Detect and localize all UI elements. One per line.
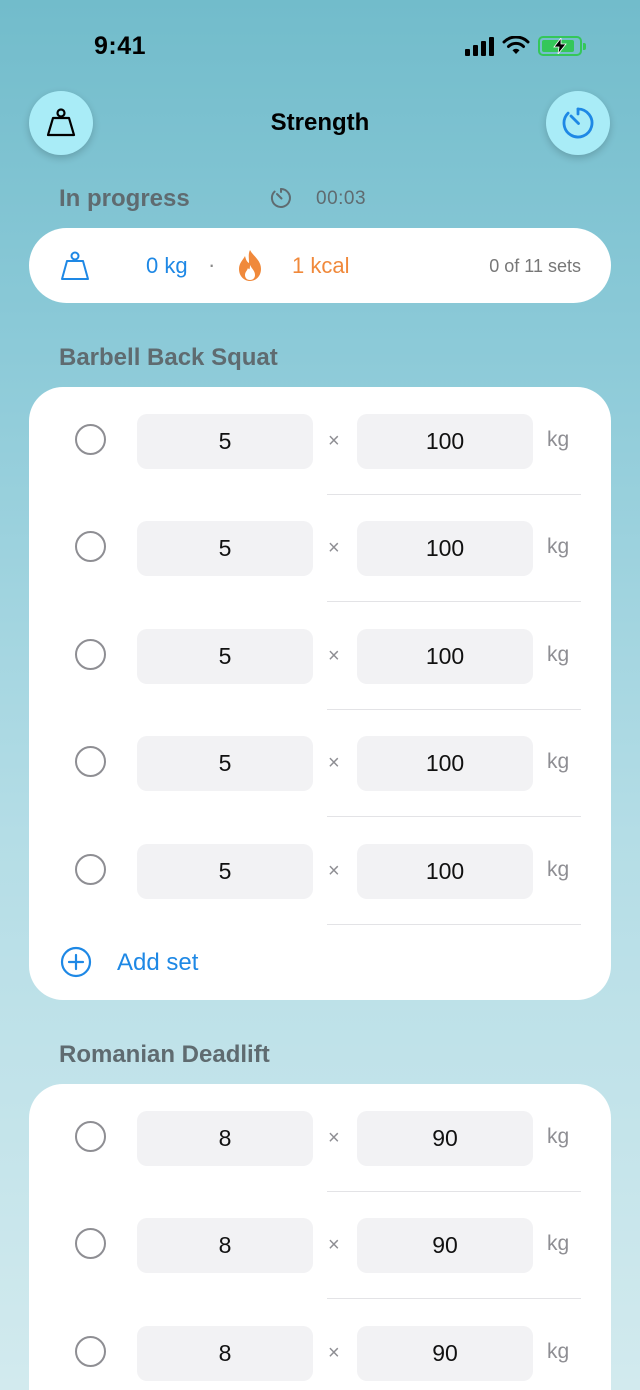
weight-input[interactable]: 90 bbox=[357, 1111, 533, 1166]
set-row: 8 × 90 kg bbox=[29, 1084, 611, 1192]
elapsed-timer: 00:03 bbox=[316, 188, 367, 209]
weight-unit: kg bbox=[547, 428, 570, 451]
set-row: 8 × 90 kg bbox=[29, 1191, 611, 1299]
timer-button[interactable] bbox=[546, 91, 610, 155]
reps-input[interactable]: 5 bbox=[137, 521, 313, 576]
weight-unit: kg bbox=[547, 750, 570, 773]
reps-input[interactable]: 5 bbox=[137, 736, 313, 791]
progress-label: In progress bbox=[59, 185, 190, 212]
set-complete-checkbox[interactable] bbox=[75, 854, 106, 885]
set-complete-checkbox[interactable] bbox=[75, 424, 106, 455]
weight-unit: kg bbox=[547, 1125, 570, 1148]
set-complete-checkbox[interactable] bbox=[75, 1121, 106, 1152]
weight-unit: kg bbox=[547, 1232, 570, 1255]
cellular-signal-icon bbox=[465, 36, 494, 56]
workout-summary-card: 0 kg · 1 kcal 0 of 11 sets bbox=[29, 228, 611, 303]
reps-input[interactable]: 5 bbox=[137, 414, 313, 469]
weight-input[interactable]: 100 bbox=[357, 736, 533, 791]
exercise-title: Barbell Back Squat bbox=[59, 344, 278, 371]
add-set-button[interactable]: Add set bbox=[60, 946, 198, 978]
set-complete-checkbox[interactable] bbox=[75, 1228, 106, 1259]
set-row: 5 × 100 kg bbox=[29, 494, 611, 602]
reps-input[interactable]: 5 bbox=[137, 844, 313, 899]
status-time: 9:41 bbox=[94, 32, 147, 60]
set-complete-checkbox[interactable] bbox=[75, 531, 106, 562]
times-symbol: × bbox=[328, 645, 340, 667]
set-complete-checkbox[interactable] bbox=[75, 639, 106, 670]
exercise-card-barbell-back-squat: 5 × 100 kg 5 × 100 kg 5 × 100 kg 5 × 100… bbox=[29, 387, 611, 1000]
set-complete-checkbox[interactable] bbox=[75, 746, 106, 777]
set-row: 5 × 100 kg bbox=[29, 709, 611, 817]
reps-input[interactable]: 5 bbox=[137, 629, 313, 684]
set-row: 5 × 100 kg bbox=[29, 817, 611, 925]
separator-dot: · bbox=[208, 252, 216, 277]
weight-icon bbox=[61, 251, 89, 280]
sets-completed: 0 of 11 sets bbox=[489, 256, 581, 276]
reps-input[interactable]: 8 bbox=[137, 1218, 313, 1273]
weight-input[interactable]: 90 bbox=[357, 1218, 533, 1273]
weight-unit: kg bbox=[547, 535, 570, 558]
exercise-title: Romanian Deadlift bbox=[59, 1041, 270, 1068]
times-symbol: × bbox=[328, 1127, 340, 1149]
status-bar: 9:41 bbox=[0, 0, 640, 90]
weight-input[interactable]: 100 bbox=[357, 629, 533, 684]
timer-icon bbox=[562, 107, 594, 139]
weight-unit: kg bbox=[547, 858, 570, 881]
exercise-card-romanian-deadlift: 8 × 90 kg 8 × 90 kg 8 × 90 kg bbox=[29, 1084, 611, 1390]
set-row: 5 × 100 kg bbox=[29, 602, 611, 710]
fire-icon bbox=[239, 250, 261, 281]
times-symbol: × bbox=[328, 1342, 340, 1364]
weight-input[interactable]: 100 bbox=[357, 521, 533, 576]
weight-unit: kg bbox=[547, 1340, 570, 1363]
battery-charging-icon bbox=[538, 36, 586, 56]
wifi-icon bbox=[502, 36, 530, 54]
times-symbol: × bbox=[328, 430, 340, 452]
reps-input[interactable]: 8 bbox=[137, 1326, 313, 1381]
weight-unit: kg bbox=[547, 643, 570, 666]
page-title: Strength bbox=[270, 109, 370, 136]
total-weight: 0 kg bbox=[146, 253, 188, 278]
weight-input[interactable]: 100 bbox=[357, 844, 533, 899]
set-row: 5 × 100 kg bbox=[29, 387, 611, 495]
weight-input[interactable]: 90 bbox=[357, 1326, 533, 1381]
reps-input[interactable]: 8 bbox=[137, 1111, 313, 1166]
calories-burned: 1 kcal bbox=[292, 253, 350, 278]
set-complete-checkbox[interactable] bbox=[75, 1336, 106, 1367]
set-row: 8 × 90 kg bbox=[29, 1299, 611, 1390]
times-symbol: × bbox=[328, 752, 340, 774]
row-divider bbox=[327, 923, 581, 925]
times-symbol: × bbox=[328, 537, 340, 559]
times-symbol: × bbox=[328, 860, 340, 882]
timer-icon bbox=[270, 188, 291, 208]
times-symbol: × bbox=[328, 1234, 340, 1256]
status-icons bbox=[465, 36, 586, 56]
weight-input[interactable]: 100 bbox=[357, 414, 533, 469]
plus-circle-icon bbox=[60, 946, 92, 978]
add-set-label: Add set bbox=[117, 949, 199, 976]
